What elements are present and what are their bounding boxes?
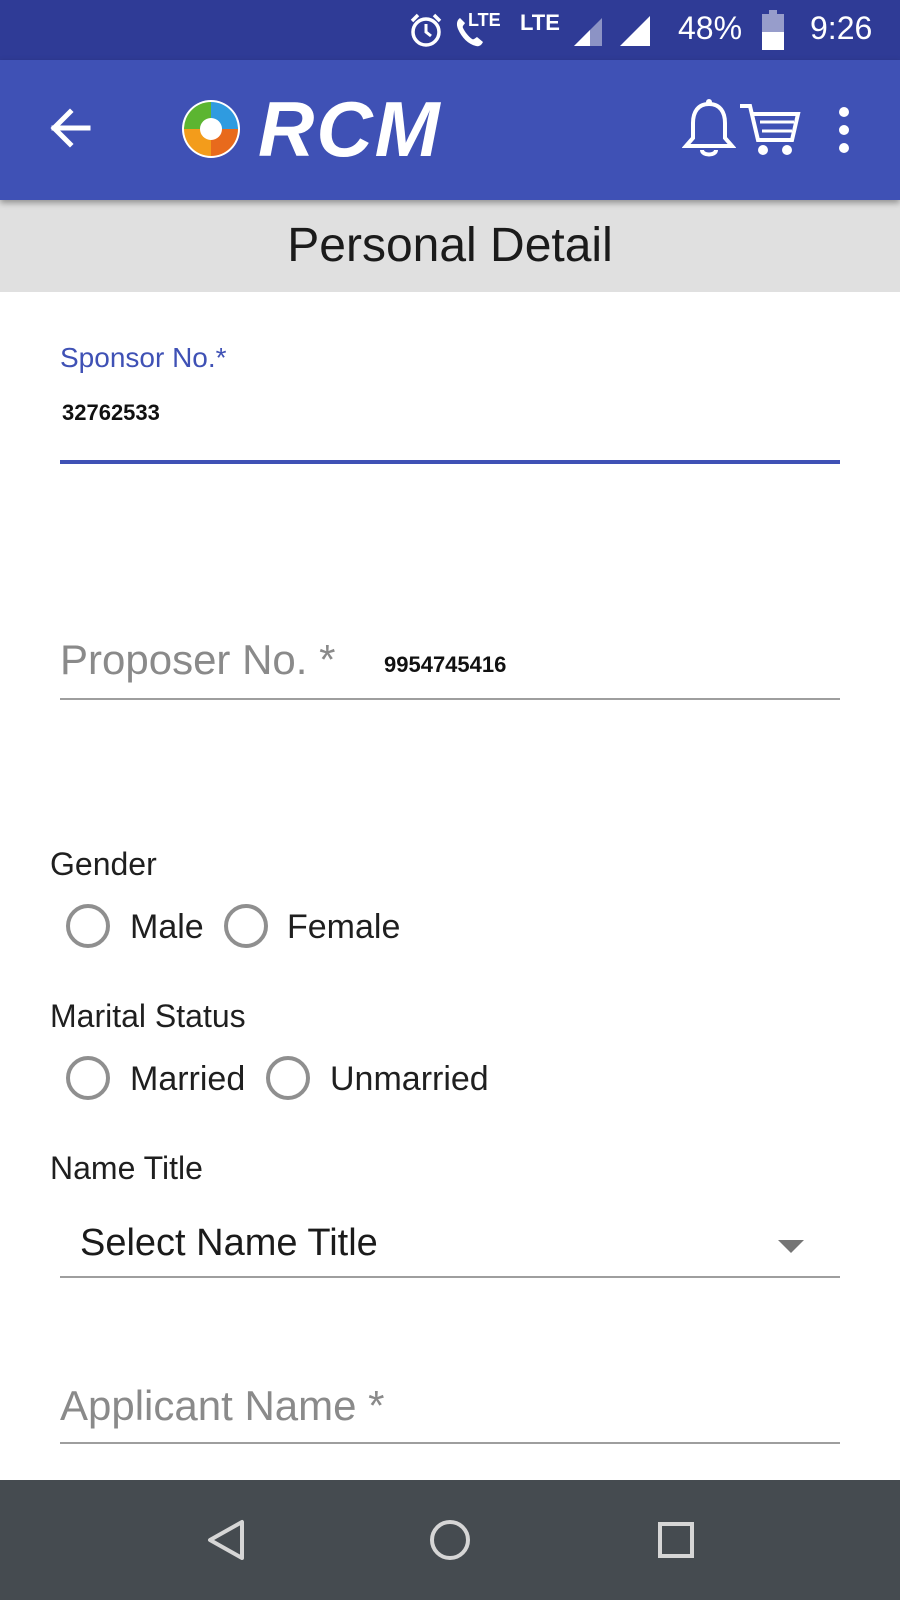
gender-label: Gender	[50, 846, 157, 882]
proposer-input[interactable]: 9954745416	[384, 652, 506, 678]
alarm-icon	[410, 13, 442, 47]
status-bar: LTE LTE 48% 9:26	[0, 0, 900, 60]
gender-female-radio[interactable]	[224, 904, 268, 948]
clock: 9:26	[810, 10, 873, 46]
applicant-name-placeholder: Applicant Name *	[60, 1382, 385, 1429]
chevron-down-icon	[778, 1240, 804, 1253]
proposer-underline	[60, 698, 840, 700]
app-bar: RCM	[0, 60, 900, 200]
sponsor-underline	[60, 460, 840, 464]
unmarried-radio[interactable]	[266, 1056, 310, 1100]
rcm-logo-icon	[182, 100, 240, 158]
married-radio[interactable]	[66, 1056, 110, 1100]
signal-icon	[574, 18, 602, 46]
sponsor-input[interactable]: 32762533	[62, 400, 160, 426]
name-title-label: Name Title	[50, 1150, 203, 1186]
name-title-select[interactable]: Select Name Title	[60, 1210, 840, 1278]
gender-male-radio[interactable]	[66, 904, 110, 948]
gender-male-label[interactable]: Male	[130, 908, 204, 947]
proposer-field[interactable]: Proposer No. * 9954745416	[0, 620, 900, 700]
marital-status-label: Marital Status	[50, 998, 246, 1034]
gender-female-label[interactable]: Female	[287, 908, 400, 947]
system-nav-bar	[0, 1480, 900, 1600]
cart-icon[interactable]	[738, 100, 802, 160]
recents-square-icon[interactable]	[656, 1520, 696, 1560]
lte-label-2: LTE	[520, 10, 560, 35]
app-logo: RCM	[258, 85, 442, 173]
name-title-selected: Select Name Title	[80, 1222, 378, 1264]
applicant-name-field[interactable]: Applicant Name *	[0, 1366, 900, 1446]
signal-icon	[620, 16, 650, 46]
unmarried-label[interactable]: Unmarried	[330, 1060, 489, 1099]
overflow-menu-icon[interactable]	[834, 104, 854, 156]
title-band: Personal Detail	[0, 200, 900, 292]
proposer-placeholder: Proposer No. *	[60, 636, 336, 683]
sponsor-label: Sponsor No.*	[60, 342, 227, 373]
married-label[interactable]: Married	[130, 1060, 245, 1099]
page-title: Personal Detail	[287, 219, 613, 272]
back-triangle-icon[interactable]	[204, 1518, 248, 1562]
battery-percent: 48%	[678, 10, 743, 46]
battery-icon	[762, 10, 784, 50]
name-title-underline	[60, 1276, 840, 1278]
lte-label-1: LTE	[468, 10, 501, 30]
sponsor-field[interactable]: Sponsor No.* 32762533	[0, 330, 900, 470]
bell-icon[interactable]	[682, 98, 736, 160]
home-circle-icon[interactable]	[428, 1518, 472, 1562]
applicant-name-underline	[60, 1442, 840, 1444]
back-arrow-icon[interactable]	[46, 104, 94, 152]
